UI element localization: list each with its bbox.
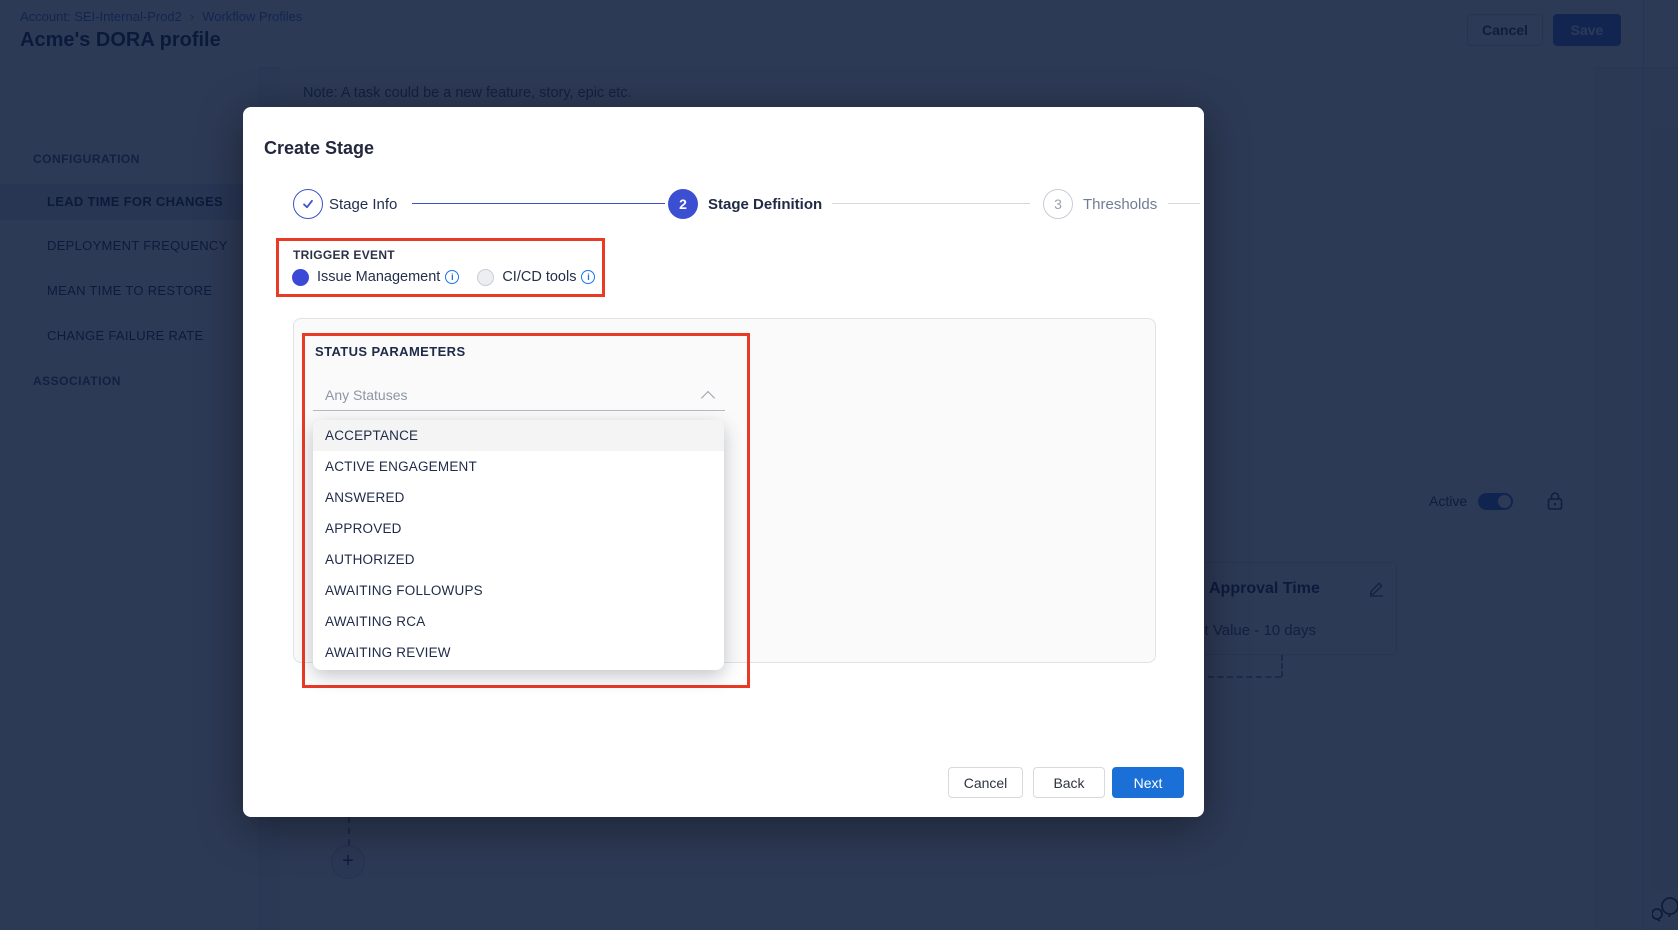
trigger-event-options: Issue Management i CI/CD tools i <box>292 268 595 286</box>
step-2-label: Stage Definition <box>708 196 822 213</box>
modal-back-button[interactable]: Back <box>1033 767 1105 798</box>
stepper-connector-done <box>412 203 665 204</box>
dropdown-option-approved[interactable]: APPROVED <box>313 513 724 544</box>
step-1-label: Stage Info <box>329 196 397 213</box>
dropdown-option-awaiting-rca[interactable]: AWAITING RCA <box>313 606 724 637</box>
modal-next-button[interactable]: Next <box>1112 767 1184 798</box>
statuses-dropdown-value: Any Statuses <box>325 387 408 403</box>
statuses-dropdown[interactable]: Any Statuses <box>313 381 725 411</box>
screen: Account: SEI-Internal-Prod2 › Workflow P… <box>0 0 1678 930</box>
radio-cicd-tools-label[interactable]: CI/CD tools <box>502 269 576 285</box>
check-icon <box>301 197 315 211</box>
statuses-dropdown-list: ACCEPTANCE ACTIVE ENGAGEMENT ANSWERED AP… <box>313 420 724 670</box>
dropdown-option-answered[interactable]: ANSWERED <box>313 482 724 513</box>
status-parameters-label: STATUS PARAMETERS <box>315 344 466 359</box>
create-stage-modal: Create Stage Stage Info 2 Stage Definiti… <box>243 107 1204 817</box>
info-icon-issue-management[interactable]: i <box>445 270 459 284</box>
modal-cancel-button[interactable]: Cancel <box>948 767 1023 798</box>
step-3-label: Thresholds <box>1083 196 1157 213</box>
step-1-circle[interactable] <box>293 189 323 219</box>
dropdown-option-authorized[interactable]: AUTHORIZED <box>313 544 724 575</box>
stepper-connector-tail <box>1168 203 1200 204</box>
modal-title: Create Stage <box>264 138 374 159</box>
stepper-connector-pending <box>832 203 1030 204</box>
dropdown-option-active-engagement[interactable]: ACTIVE ENGAGEMENT <box>313 451 724 482</box>
dropdown-option-awaiting-followups[interactable]: AWAITING FOLLOWUPS <box>313 575 724 606</box>
chevron-up-icon[interactable] <box>701 391 715 405</box>
step-3-circle[interactable]: 3 <box>1043 189 1073 219</box>
dropdown-option-acceptance[interactable]: ACCEPTANCE <box>313 420 724 451</box>
radio-cicd-tools[interactable] <box>477 269 494 286</box>
radio-issue-management-label[interactable]: Issue Management <box>317 269 440 285</box>
info-icon-cicd-tools[interactable]: i <box>581 270 595 284</box>
trigger-event-label: TRIGGER EVENT <box>293 248 395 262</box>
dropdown-option-awaiting-review[interactable]: AWAITING REVIEW <box>313 637 724 668</box>
step-2-circle[interactable]: 2 <box>668 189 698 219</box>
radio-issue-management[interactable] <box>292 269 309 286</box>
